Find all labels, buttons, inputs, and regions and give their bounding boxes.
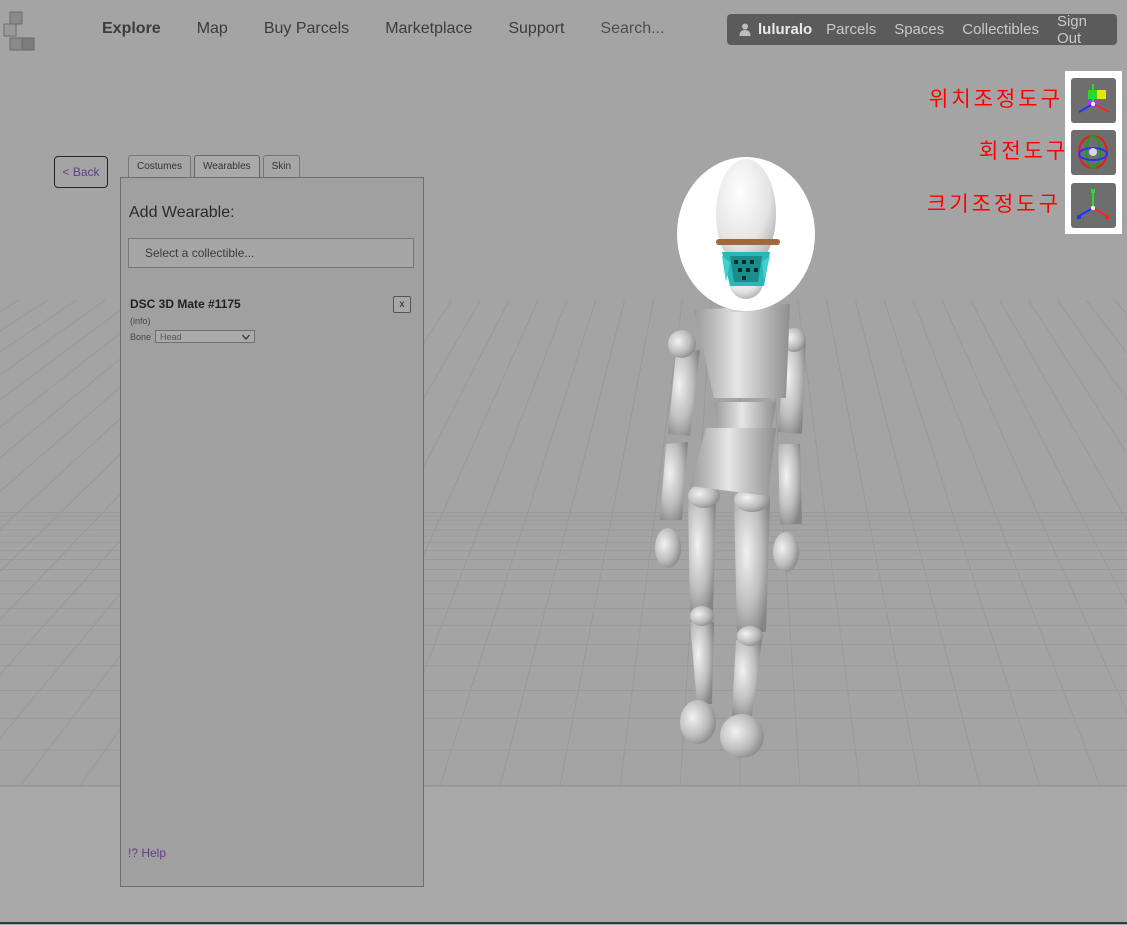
transform-toolbox	[1065, 71, 1122, 234]
user-account[interactable]: luluralo	[739, 21, 812, 38]
logo-icon[interactable]	[2, 10, 38, 54]
username: luluralo	[758, 21, 813, 38]
rotate-tool-icon	[1078, 135, 1108, 169]
nav-support[interactable]: Support	[508, 20, 564, 38]
nav-explore[interactable]: Explore	[102, 20, 161, 38]
bone-select[interactable]: Head	[155, 330, 256, 343]
head-highlight	[677, 157, 815, 311]
bone-label: Bone	[130, 331, 152, 342]
editor-tabs: Costumes Wearables Skin	[128, 155, 303, 177]
chevron-down-icon	[242, 334, 251, 340]
move-tool-annotation: 위치조정도구	[929, 87, 1063, 111]
tab-skin[interactable]: Skin	[262, 155, 301, 177]
nav-marketplace[interactable]: Marketplace	[385, 20, 472, 38]
scale-tool-button[interactable]	[1071, 183, 1116, 228]
move-tool-icon	[1078, 84, 1110, 113]
collectible-select[interactable]: Select a collectible...	[128, 238, 414, 268]
scale-tool-icon	[1077, 189, 1109, 219]
main-nav: Explore Map Buy Parcels Marketplace Supp…	[102, 20, 700, 38]
panel-heading: Add Wearable:	[129, 204, 235, 221]
rotate-tool-annotation: 회전도구	[979, 139, 1069, 163]
bone-row: Bone Head	[130, 330, 256, 343]
tab-wearables[interactable]: Wearables	[194, 155, 260, 177]
remove-wearable-button[interactable]: x	[393, 296, 411, 313]
back-button[interactable]: < Back	[54, 156, 108, 188]
link-parcels[interactable]: Parcels	[826, 21, 876, 38]
wearable-info-link[interactable]: (info)	[130, 316, 151, 326]
help-link[interactable]: !? Help	[128, 846, 166, 860]
wearables-panel: Add Wearable: Select a collectible... DS…	[120, 177, 424, 887]
search-input[interactable]: Search...	[600, 20, 664, 38]
nav-buy-parcels[interactable]: Buy Parcels	[264, 20, 349, 38]
user-icon	[739, 23, 751, 36]
bone-select-value: Head	[160, 331, 182, 342]
link-spaces[interactable]: Spaces	[894, 21, 944, 38]
nav-map[interactable]: Map	[197, 20, 228, 38]
link-sign-out[interactable]: Sign Out	[1057, 13, 1099, 47]
scale-tool-annotation: 크기조정도구	[927, 192, 1061, 216]
wearable-item-title: DSC 3D Mate #1175	[130, 297, 241, 311]
tab-costumes[interactable]: Costumes	[128, 155, 192, 177]
link-collectibles[interactable]: Collectibles	[962, 21, 1039, 38]
user-bar: luluralo Parcels Spaces Collectibles Sig…	[727, 13, 1117, 47]
rotate-tool-button[interactable]	[1071, 130, 1116, 175]
move-tool-button[interactable]	[1071, 78, 1116, 123]
